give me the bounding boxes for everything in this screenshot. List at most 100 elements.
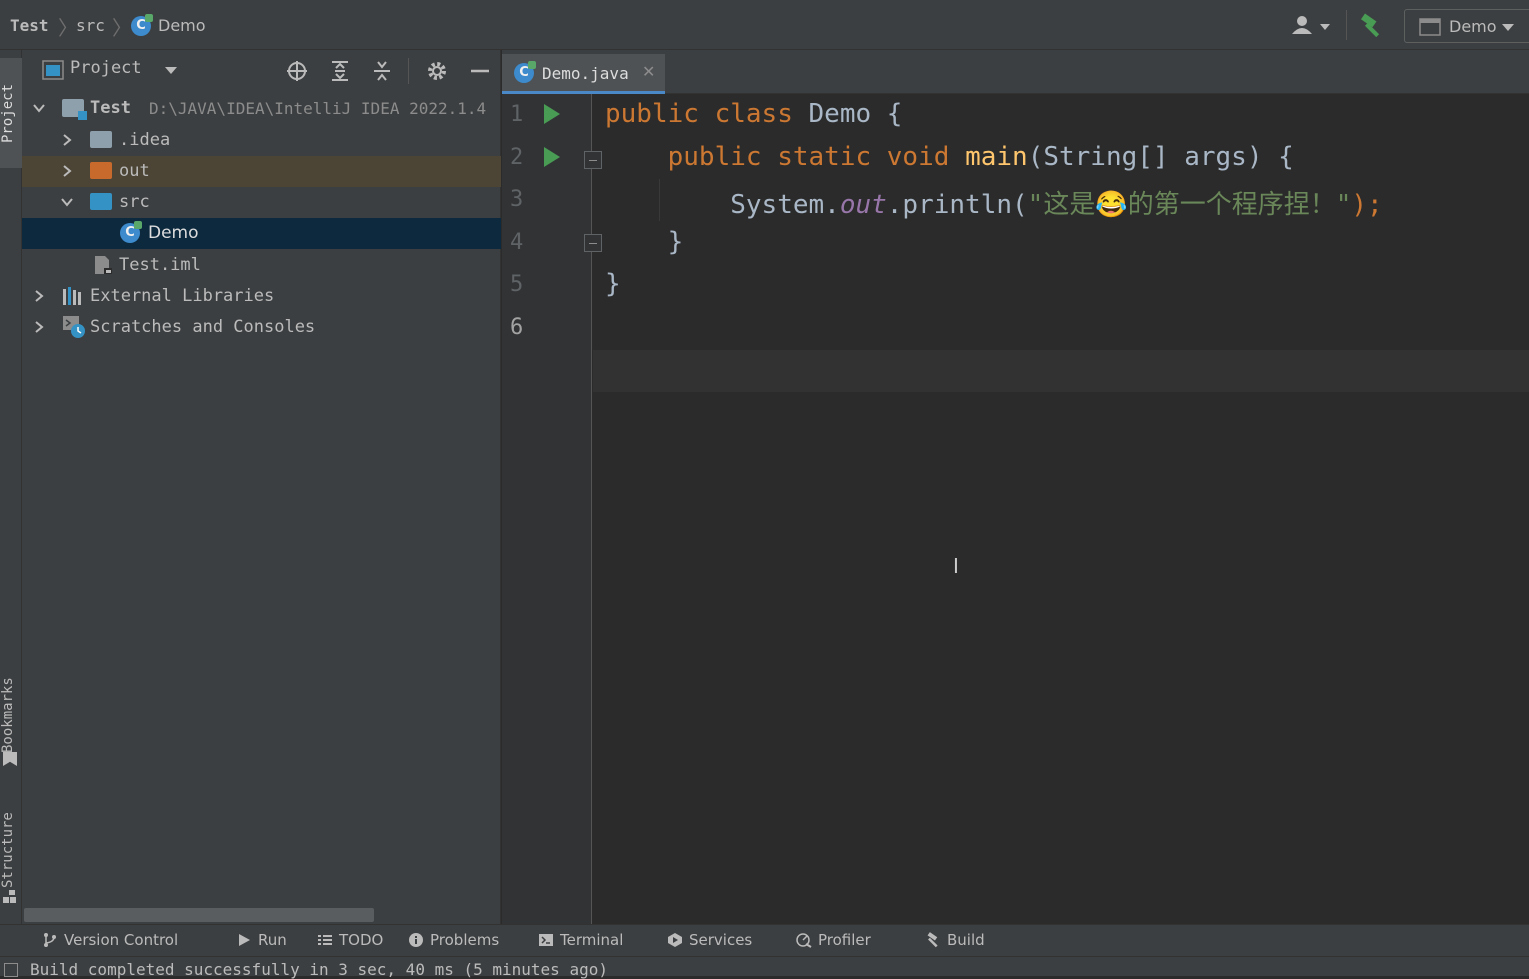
system-ref: System. [730, 190, 840, 220]
tool-tab-profiler[interactable]: Profiler [796, 931, 871, 949]
navigation-bar: Test 〉 src 〉 Demo Demo [0, 0, 1529, 50]
java-class-icon [120, 221, 142, 243]
folder-icon [90, 131, 112, 148]
tool-tab-terminal[interactable]: Terminal [538, 931, 623, 949]
chevron-right-icon[interactable] [60, 164, 74, 178]
code-area[interactable]: public class Demo { public static void m… [593, 94, 1529, 924]
module-folder-icon [62, 99, 87, 120]
brace: { [886, 99, 903, 129]
excluded-folder-icon [90, 162, 112, 179]
chevron-down-icon[interactable] [164, 65, 178, 75]
breadcrumb-project[interactable]: Test [10, 16, 49, 35]
user-account-button[interactable] [1290, 14, 1334, 38]
tool-tab-version-control[interactable]: Version Control [42, 931, 178, 949]
breadcrumb-src[interactable]: src [76, 16, 105, 35]
tool-tab-services-label: Services [689, 931, 753, 949]
code-line-1: public class Demo { [605, 99, 902, 129]
method-call: .println( [886, 190, 1028, 220]
status-message[interactable]: Build completed successfully in 3 sec, 4… [30, 960, 608, 979]
project-view-title[interactable]: Project [70, 58, 142, 78]
scratches-icon [63, 316, 85, 338]
tree-item-test-path: D:\JAVA\IDEA\IntelliJ IDEA 2022.1.4 [149, 99, 487, 118]
code-line-4: } [605, 227, 684, 257]
bottom-tool-bar: Version Control Run TODO Problems Termin… [0, 924, 1529, 956]
current-line-highlight [593, 350, 1529, 392]
tree-item-idea[interactable]: .idea [22, 125, 501, 156]
java-class-icon [514, 61, 536, 83]
project-panel-header: Project [22, 50, 501, 92]
tree-item-out[interactable]: out [22, 156, 501, 187]
profiler-icon [796, 933, 812, 948]
chevron-down-icon[interactable] [32, 101, 46, 115]
list-icon [318, 935, 332, 945]
build-project-button[interactable] [1358, 12, 1386, 40]
structure-icon [3, 890, 17, 904]
string-literal: "这是😂的第一个程序捏！" [1027, 190, 1352, 220]
left-tool-strip: Project Bookmarks Structure [0, 50, 22, 924]
tool-tab-version-control-label: Version Control [64, 931, 179, 949]
tree-item-external-libraries[interactable]: External Libraries [22, 281, 501, 312]
tool-tab-problems[interactable]: Problems [408, 931, 499, 949]
user-icon [1292, 16, 1330, 34]
collapse-all-icon[interactable] [370, 59, 394, 83]
close-icon[interactable]: ✕ [642, 62, 655, 81]
java-class-icon [131, 14, 153, 36]
tree-item-test-iml[interactable]: Test.iml [22, 250, 501, 281]
tool-tab-build[interactable]: Build [925, 931, 985, 949]
tool-tab-todo[interactable]: TODO [317, 931, 383, 949]
parameters: (String[] args) { [1027, 142, 1294, 172]
run-class-icon[interactable] [544, 104, 560, 124]
method-name: main [965, 142, 1028, 172]
line-number: 1 [510, 102, 524, 127]
brace: } [605, 269, 621, 299]
tree-item-demo[interactable]: Demo [22, 218, 501, 249]
tree-item-src[interactable]: src [22, 187, 501, 218]
tool-tab-structure-label: Structure [0, 812, 16, 888]
run-configuration-selector[interactable]: Demo [1404, 9, 1529, 43]
tree-item-scratches-label: Scratches and Consoles [90, 317, 316, 337]
run-configuration-label: Demo [1449, 17, 1497, 36]
module-file-icon [95, 256, 112, 274]
editor-tab-demo-java[interactable]: Demo.java ✕ [502, 54, 665, 94]
field-out: out [839, 190, 887, 220]
toolbar-divider [1346, 10, 1347, 40]
chevron-right-icon[interactable] [32, 289, 46, 303]
services-icon [668, 933, 682, 947]
chevron-right-icon[interactable] [32, 320, 46, 334]
tool-tab-profiler-label: Profiler [818, 931, 871, 949]
minimize-icon[interactable] [468, 59, 492, 83]
project-view-icon [42, 60, 64, 80]
editor-gutter: 1 2 3 4 5 6 [502, 94, 602, 924]
keyword: static [777, 142, 872, 172]
hammer-icon [927, 932, 938, 948]
horizontal-scrollbar[interactable] [24, 908, 374, 922]
chevron-right-icon[interactable] [60, 133, 74, 147]
tool-tab-structure[interactable]: Structure [0, 800, 22, 900]
tree-item-external-libraries-label: External Libraries [90, 286, 275, 306]
project-tool-window: Project Test D:\JAVA\IDEA\IntelliJ IDEA … [22, 50, 501, 924]
branch-icon [44, 933, 56, 947]
line-number: 3 [510, 187, 524, 212]
tool-tab-project-label: Project [0, 83, 16, 143]
tool-tab-project[interactable]: Project [0, 58, 22, 168]
breadcrumb-demo[interactable]: Demo [158, 16, 206, 35]
code-line-2: public static void main(String[] args) { [605, 142, 1294, 172]
tool-tab-services[interactable]: Services [667, 931, 752, 949]
run-main-icon[interactable] [544, 147, 560, 167]
text-cursor-icon: I [953, 554, 959, 578]
window-icon [1419, 18, 1441, 36]
tree-item-test[interactable]: Test D:\JAVA\IDEA\IntelliJ IDEA 2022.1.4 [22, 93, 501, 124]
chevron-down-icon[interactable] [60, 195, 74, 209]
library-icon [63, 287, 81, 305]
gear-icon[interactable] [425, 59, 449, 83]
tool-tab-run[interactable]: Run [236, 931, 287, 949]
keyword: public [605, 99, 699, 129]
source-folder-icon [90, 193, 112, 210]
hammer-icon [1360, 13, 1380, 38]
locate-icon[interactable] [285, 59, 309, 83]
tool-windows-toggle-icon[interactable] [4, 963, 18, 977]
tree-item-scratches[interactable]: Scratches and Consoles [22, 312, 501, 343]
expand-all-icon[interactable] [328, 59, 352, 83]
chevron-down-icon [1502, 24, 1514, 31]
tree-item-src-label: src [119, 192, 150, 212]
